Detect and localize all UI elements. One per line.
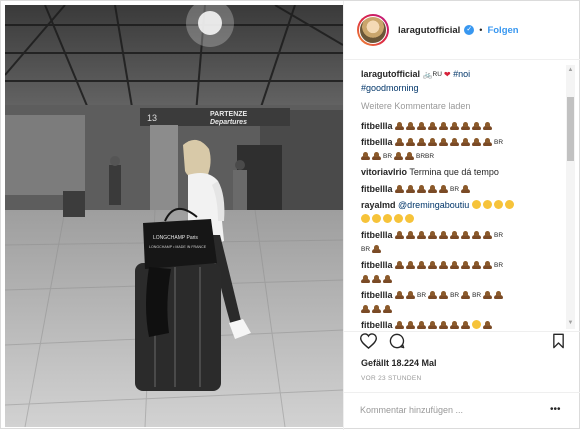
hashtag-goodmorning[interactable]: #goodmorning	[361, 83, 419, 93]
smile-emoji-icon	[472, 320, 483, 330]
sign-number: 13	[147, 113, 157, 123]
flag-br: BR	[450, 185, 460, 193]
poo-emoji-icon	[483, 320, 494, 330]
bag-brand-text: LONGCHAMP Paris	[153, 235, 198, 241]
bag-subtext: LONGCHAMP • MADE IN FRANCE	[149, 245, 207, 249]
comment-mention[interactable]: @dremingaboutiu	[398, 200, 469, 210]
poo-emoji-icon	[395, 230, 494, 240]
comment-username[interactable]: rayalmd	[361, 200, 396, 210]
list-item: fitbellla BR BR BR	[361, 289, 563, 316]
comment-username[interactable]: fitbellla	[361, 137, 393, 147]
flag-brbr: BRBR	[416, 152, 435, 160]
comment-icon[interactable]	[389, 333, 405, 351]
header-username[interactable]: laragutofficial	[398, 25, 460, 36]
poo-emoji-icon	[483, 290, 505, 300]
list-item: vitoriavlrio Termina que dá tempo	[361, 166, 563, 180]
post-actions	[358, 333, 568, 351]
airport-photo: 13 PARTENZE Departures LONGCHAMP Paris L…	[5, 5, 343, 427]
post-side-panel: laragutofficial ✓ • Folgen ▲ ▼ laragutof…	[343, 1, 580, 430]
poo-emoji-icon	[395, 137, 494, 147]
poo-emoji-icon	[361, 274, 394, 284]
comment-text: Termina que dá tempo	[409, 167, 499, 177]
comment-username[interactable]: fitbellla	[361, 184, 393, 194]
comment-username[interactable]: fitbellla	[361, 290, 393, 300]
poo-emoji-icon	[394, 151, 416, 161]
list-item: rayalmd @dremingaboutiu	[361, 199, 563, 226]
comment-input[interactable]	[360, 403, 540, 417]
flag-br: BR	[494, 232, 504, 239]
poo-emoji-icon	[395, 121, 494, 131]
poo-emoji-icon	[395, 320, 472, 330]
smile-emoji-icon	[471, 200, 516, 210]
scroll-down-arrow-icon[interactable]: ▼	[567, 320, 574, 327]
comment-username[interactable]: vitoriavlrio	[361, 167, 407, 177]
list-item: fitbellla BR	[361, 183, 563, 197]
flag-br: BR	[472, 292, 482, 299]
flag-br: BR	[494, 262, 504, 269]
poo-emoji-icon	[395, 184, 450, 194]
bicycle-icon: 🚲	[422, 70, 433, 79]
follow-button[interactable]: Folgen	[487, 25, 518, 36]
flag-br: BR	[383, 152, 393, 160]
comment-username[interactable]: fitbellla	[361, 260, 393, 270]
list-item: fitbellla BR BR BRBR	[361, 136, 563, 163]
poo-emoji-icon	[395, 260, 494, 270]
caption: laragutofficial 🚲RU ❤ #noi #goodmorning	[361, 68, 563, 95]
header-separator: •	[479, 25, 483, 35]
list-item: fitbellla	[361, 319, 563, 330]
flag-br: BR	[494, 139, 504, 146]
comment-username[interactable]: fitbellla	[361, 121, 393, 131]
poo-emoji-icon	[461, 184, 472, 194]
post-timestamp[interactable]: VOR 23 STUNDEN	[361, 375, 422, 382]
more-options-icon[interactable]: •••	[550, 404, 561, 415]
heart-icon[interactable]	[359, 333, 378, 351]
load-more-comments[interactable]: Weitere Kommentare laden	[361, 100, 563, 114]
poo-emoji-icon	[461, 290, 472, 300]
scrollbar-thumb[interactable]	[567, 97, 574, 161]
likes-count[interactable]: Gefällt 18.224 Mal	[361, 358, 437, 368]
flag-br: BR	[450, 292, 460, 299]
avatar-image	[359, 16, 387, 44]
flag-ru: RU	[432, 71, 442, 78]
sign-departures: Departures	[210, 119, 247, 126]
flag-br: BR	[361, 245, 371, 253]
poo-emoji-icon	[361, 304, 394, 314]
comments-scrollbar[interactable]: ▲ ▼	[566, 65, 575, 329]
scroll-up-arrow-icon[interactable]: ▲	[567, 67, 574, 74]
comment-username[interactable]: fitbellla	[361, 320, 393, 330]
heart-emoji-icon: ❤	[443, 70, 451, 79]
smile-emoji-icon	[361, 213, 416, 224]
comments-list: laragutofficial 🚲RU ❤ #noi #goodmorning W…	[361, 68, 563, 330]
list-item: fitbellla BR BR	[361, 229, 563, 256]
flag-br: BR	[417, 292, 427, 299]
comment-username[interactable]: fitbellla	[361, 230, 393, 240]
instagram-post-modal: 13 PARTENZE Departures LONGCHAMP Paris L…	[0, 0, 580, 430]
add-comment-bar: •••	[344, 392, 580, 429]
bookmark-icon[interactable]	[552, 333, 565, 351]
hashtag-noi[interactable]: #noi	[453, 69, 470, 79]
post-header: laragutofficial ✓ • Folgen	[344, 1, 580, 60]
list-item: fitbellla	[361, 120, 563, 134]
poo-emoji-icon	[372, 244, 383, 254]
avatar[interactable]	[357, 14, 389, 46]
post-photo[interactable]: 13 PARTENZE Departures LONGCHAMP Paris L…	[5, 5, 343, 427]
poo-emoji-icon	[361, 151, 383, 161]
caption-username[interactable]: laragutofficial	[361, 69, 420, 79]
actions-divider	[344, 331, 580, 332]
sign-partenze: PARTENZE	[210, 111, 248, 118]
poo-emoji-icon	[428, 290, 450, 300]
list-item: fitbellla BR	[361, 259, 563, 286]
verified-badge-icon: ✓	[464, 25, 475, 35]
poo-emoji-icon	[395, 290, 417, 300]
